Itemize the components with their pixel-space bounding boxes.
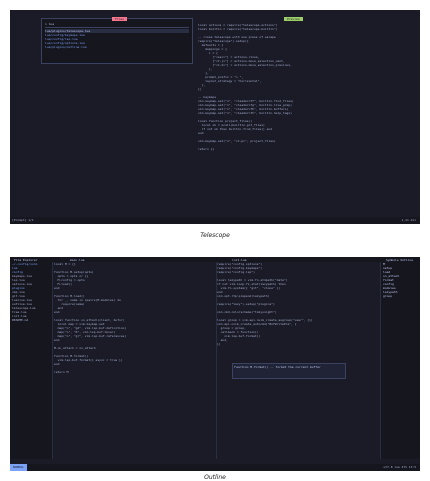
telescope-preview-title: Preview [284, 17, 303, 21]
status-right: 1,11 All [401, 218, 416, 222]
lsp-hover-popup: function M.format() -- format the curren… [232, 363, 346, 379]
file-tree: ~/.config/nvim lua config keymaps.lua lsp.lu… [10, 262, 52, 322]
symbols-outline: Msetup load on_attach format config modules la… [380, 262, 420, 459]
telescope-prompt-window[interactable]: Files > lua lua/plugins/telescope.lua lu… [41, 17, 193, 64]
status-right: utf-8 lua 47% 13:5 [383, 465, 416, 469]
status-left: [Prompt] 1/1 [12, 218, 34, 222]
mode-indicator: NORMAL [10, 464, 27, 471]
outline-list: Msetup load on_attach format config modules la… [381, 262, 420, 298]
outline-symbol[interactable]: group [381, 294, 420, 298]
file-explorer: ~/.config/nvim lua config keymaps.lua lsp.lu… [10, 262, 53, 459]
result-item[interactable]: lua/plugins/outline.lua [45, 45, 189, 49]
telescope-search-input[interactable]: > lua [45, 22, 189, 28]
telescope-preview-pane: Preview local actions = require("telesco… [194, 17, 412, 214]
editor-left[interactable]: local M = {} function M.setup(opts) opts … [54, 262, 214, 459]
editor-statusline: NORMAL utf-8 lua 47% 13:5 [10, 464, 420, 471]
editor-right[interactable]: require("config.options") require("config… [216, 262, 379, 459]
caption-outline: Outline [204, 474, 226, 481]
outline-screenshot: File Explorer main.lua init.lua Symbols … [10, 257, 420, 471]
code-line: }) [217, 342, 221, 346]
code-line: return {} [198, 147, 215, 151]
caption-telescope: Telescope [200, 232, 230, 239]
preview-code: local actions = require("telescope.actio… [198, 23, 408, 151]
telescope-screenshot: Files > lua lua/plugins/telescope.lua lu… [10, 10, 420, 224]
code-line: return M [54, 370, 69, 374]
tree-file[interactable]: README.md [10, 318, 52, 322]
telescope-statusline: [Prompt] 1/1 1,11 All [10, 217, 420, 224]
telescope-results-list: lua/plugins/telescope.lua lua/config/key… [45, 29, 189, 49]
telescope-prompt-title: Files [112, 17, 128, 21]
